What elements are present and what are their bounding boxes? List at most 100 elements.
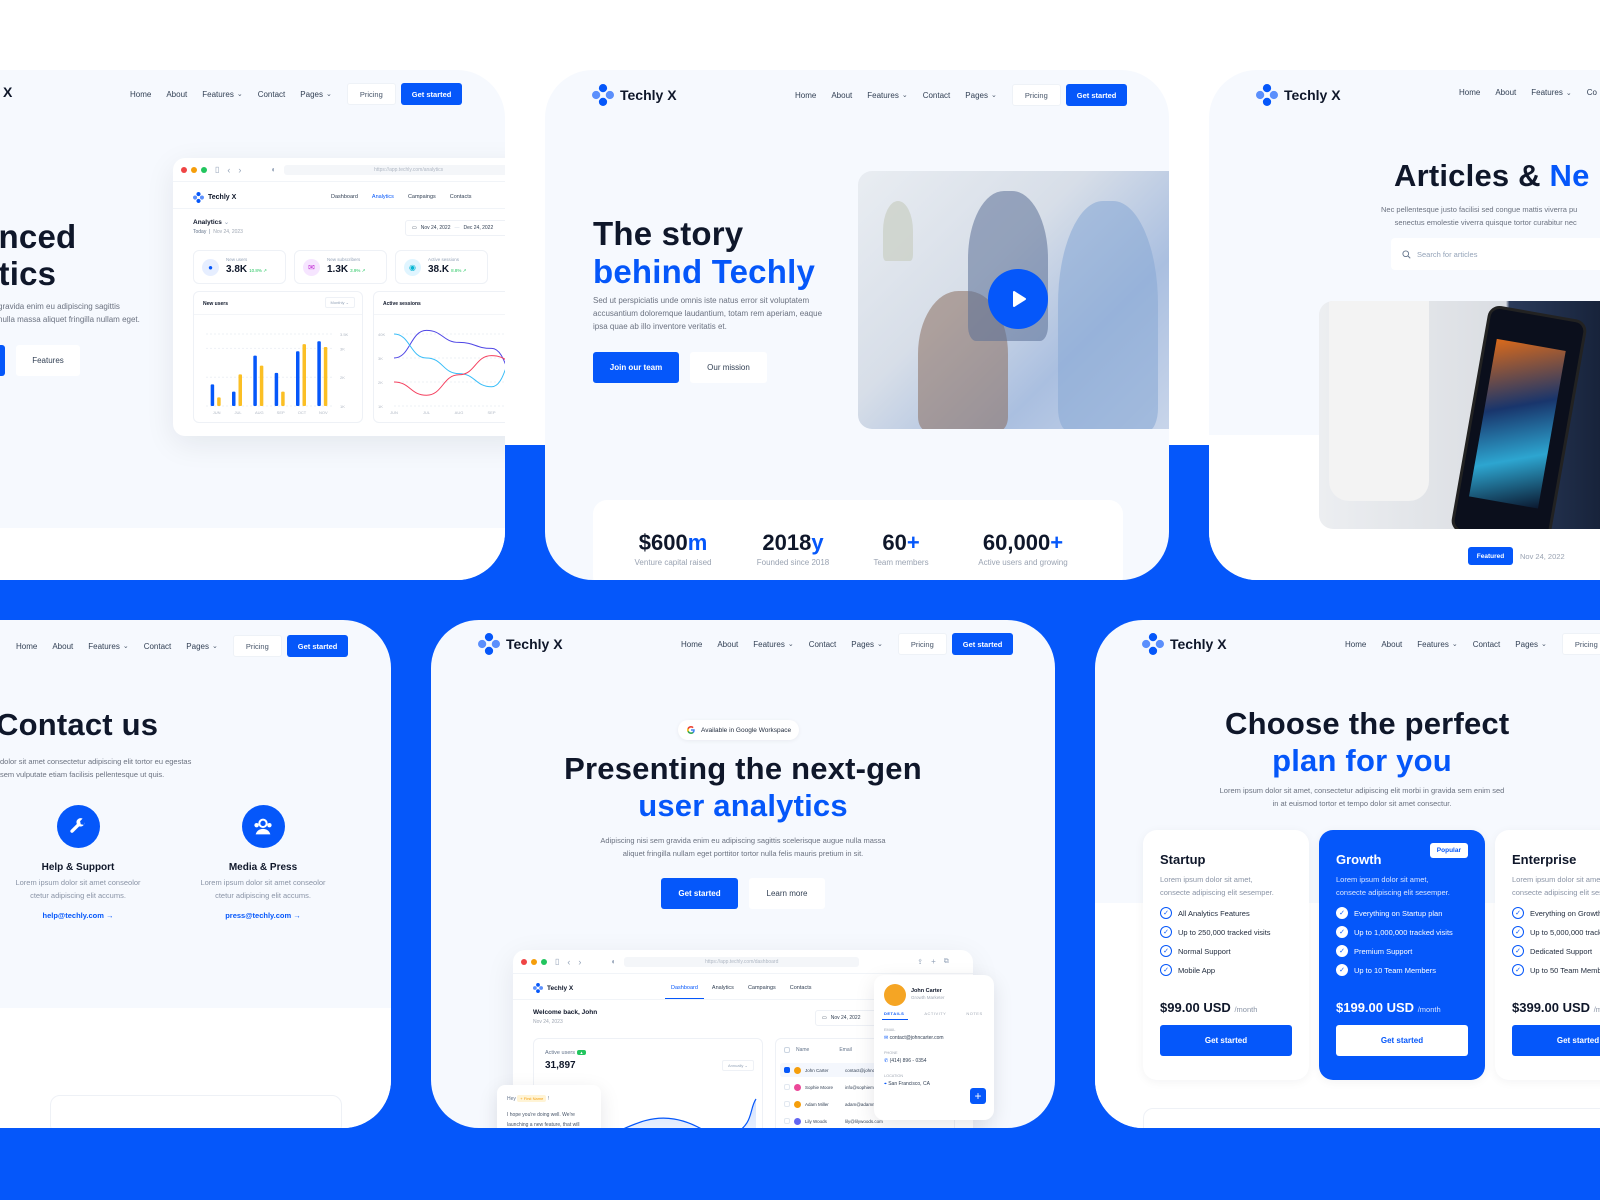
column-header-email[interactable]: Email bbox=[839, 1047, 852, 1053]
nav-home[interactable]: Home bbox=[1459, 88, 1480, 97]
sidebar-icon[interactable]: ▯ bbox=[215, 165, 219, 174]
get-started-button[interactable]: Get started bbox=[286, 635, 349, 657]
pricing-button[interactable]: Pricing bbox=[232, 635, 282, 657]
share-icon[interactable]: ⇪ bbox=[917, 958, 923, 966]
maximize-dot[interactable] bbox=[541, 958, 547, 965]
logo[interactable]: Techly X bbox=[1142, 633, 1227, 655]
nav-about[interactable]: About bbox=[831, 91, 852, 100]
pricing-button[interactable]: Pricing bbox=[1561, 633, 1600, 655]
analytics-heading[interactable]: Analytics ⌄ bbox=[193, 218, 229, 226]
app-tab-dashboard[interactable]: Dashboard bbox=[331, 194, 358, 200]
back-icon[interactable]: ‹ bbox=[567, 957, 570, 967]
get-started-button[interactable]: Get started bbox=[1065, 84, 1128, 106]
nav-about[interactable]: About bbox=[717, 640, 738, 649]
contact-tab-activity[interactable]: ACTIVITY bbox=[924, 1011, 946, 1016]
features-button[interactable]: Features bbox=[16, 345, 80, 376]
nav-about[interactable]: About bbox=[52, 642, 73, 651]
select-all-checkbox[interactable] bbox=[784, 1047, 790, 1053]
primary-button-partial[interactable] bbox=[0, 345, 5, 376]
row-checkbox[interactable] bbox=[784, 1084, 790, 1090]
nav-features[interactable]: Features ⌄ bbox=[753, 640, 793, 649]
nav-home[interactable]: Home bbox=[1345, 640, 1366, 649]
nav-contact[interactable]: Contact bbox=[809, 640, 837, 649]
plan-get-started-button[interactable]: Get started bbox=[1336, 1025, 1468, 1056]
logo[interactable]: Techly X bbox=[478, 633, 563, 655]
plan-get-started-button[interactable]: Get started bbox=[1512, 1025, 1600, 1056]
google-workspace-badge[interactable]: Available in Google Workspace bbox=[678, 720, 800, 740]
maximize-dot[interactable] bbox=[201, 166, 207, 173]
join-team-button[interactable]: Join our team bbox=[593, 352, 679, 383]
contact-email-link[interactable]: help@techly.com → bbox=[0, 911, 168, 920]
back-icon[interactable]: ‹ bbox=[227, 165, 230, 175]
sidebar-icon[interactable]: ▯ bbox=[555, 957, 559, 966]
plan-get-started-button[interactable]: Get started bbox=[1160, 1025, 1292, 1056]
nav-features[interactable]: Features ⌄ bbox=[867, 91, 907, 100]
featured-article-image[interactable] bbox=[1319, 301, 1600, 529]
nav-pages[interactable]: Pages ⌄ bbox=[186, 642, 218, 651]
nav-contact[interactable]: Contact bbox=[923, 91, 951, 100]
nav-home[interactable]: Home bbox=[681, 640, 702, 649]
url-bar[interactable]: https://app.techly.com/analytics bbox=[284, 164, 505, 175]
monthly-filter-dropdown[interactable]: Monthly ⌄ bbox=[324, 297, 355, 308]
column-header-name[interactable]: Name bbox=[796, 1047, 809, 1053]
learn-more-button[interactable]: Learn more bbox=[749, 878, 825, 909]
team-video-thumbnail[interactable] bbox=[858, 171, 1169, 429]
forward-icon[interactable]: › bbox=[238, 165, 241, 175]
nav-about[interactable]: About bbox=[1381, 640, 1402, 649]
app-tab-analytics[interactable]: Analytics bbox=[365, 194, 400, 209]
our-mission-button[interactable]: Our mission bbox=[690, 352, 767, 383]
get-started-button[interactable]: Get started bbox=[951, 633, 1014, 655]
app-tab-contacts[interactable]: Contacts bbox=[450, 194, 472, 200]
contact-tab-notes[interactable]: NOTES bbox=[966, 1011, 982, 1016]
close-dot[interactable] bbox=[521, 958, 527, 965]
get-started-hero-button[interactable]: Get started bbox=[661, 878, 738, 909]
row-checkbox[interactable] bbox=[784, 1118, 790, 1124]
contact-email[interactable]: contact@johncarter.com bbox=[890, 1035, 944, 1041]
nav-features[interactable]: Features ⌄ bbox=[1531, 88, 1571, 97]
new-tab-icon[interactable]: + bbox=[931, 957, 936, 966]
pricing-button[interactable]: Pricing bbox=[346, 83, 396, 105]
nav-pages[interactable]: Pages ⌄ bbox=[300, 90, 332, 99]
nav-pages[interactable]: Pages ⌄ bbox=[851, 640, 883, 649]
play-button[interactable] bbox=[988, 269, 1048, 329]
get-started-button[interactable]: Get started bbox=[400, 83, 463, 105]
pricing-button[interactable]: Pricing bbox=[1011, 84, 1061, 106]
contact-tab-details[interactable]: DETAILS bbox=[884, 1011, 904, 1016]
app-tab-dashboard[interactable]: Dashboard bbox=[665, 985, 704, 999]
minimize-dot[interactable] bbox=[191, 166, 197, 173]
date-range-picker[interactable]: ▭ Nov 24, 2022— Dec 24, 2022 bbox=[405, 220, 505, 236]
nav-features[interactable]: Features ⌄ bbox=[1417, 640, 1457, 649]
tabs-icon[interactable]: ⧉ bbox=[944, 958, 949, 966]
row-checkbox[interactable] bbox=[784, 1067, 790, 1073]
nav-contact[interactable]: Contact bbox=[1473, 640, 1501, 649]
contact-email-link[interactable]: press@techly.com → bbox=[173, 911, 353, 920]
app-tab-campaings[interactable]: Campaings bbox=[408, 194, 436, 200]
app-tab-analytics[interactable]: Analytics bbox=[712, 985, 734, 991]
nav-contact[interactable]: Contact bbox=[258, 90, 286, 99]
pricing-button[interactable]: Pricing bbox=[897, 633, 947, 655]
close-dot[interactable] bbox=[181, 166, 187, 173]
contact-phone[interactable]: (414) 896 - 0354 bbox=[890, 1058, 927, 1064]
row-checkbox[interactable] bbox=[784, 1101, 790, 1107]
nav-features[interactable]: Features ⌄ bbox=[202, 90, 242, 99]
nav-contact-partial[interactable]: Co bbox=[1587, 88, 1597, 97]
nav-pages[interactable]: Pages ⌄ bbox=[1515, 640, 1547, 649]
minimize-dot[interactable] bbox=[531, 958, 537, 965]
nav-pages[interactable]: Pages ⌄ bbox=[965, 91, 997, 100]
add-button[interactable]: + bbox=[970, 1088, 986, 1104]
nav-home[interactable]: Home bbox=[795, 91, 816, 100]
nav-about[interactable]: About bbox=[166, 90, 187, 99]
app-tab-campaings[interactable]: Campaings bbox=[748, 985, 776, 991]
url-bar[interactable]: https://app.techly.com/dashboard bbox=[624, 956, 860, 967]
nav-about[interactable]: About bbox=[1495, 88, 1516, 97]
nav-contact[interactable]: Contact bbox=[144, 642, 172, 651]
app-tab-contacts[interactable]: Contacts bbox=[790, 985, 812, 991]
logo[interactable]: Techly X bbox=[592, 84, 677, 106]
nav-features[interactable]: Features ⌄ bbox=[88, 642, 128, 651]
forward-icon[interactable]: › bbox=[578, 957, 581, 967]
article-search-input[interactable]: Search for articles bbox=[1391, 238, 1600, 270]
annually-filter-dropdown[interactable]: Annually ⌄ bbox=[722, 1060, 754, 1071]
logo[interactable]: Techly X bbox=[1256, 84, 1341, 106]
nav-home[interactable]: Home bbox=[130, 90, 151, 99]
nav-home[interactable]: Home bbox=[16, 642, 37, 651]
